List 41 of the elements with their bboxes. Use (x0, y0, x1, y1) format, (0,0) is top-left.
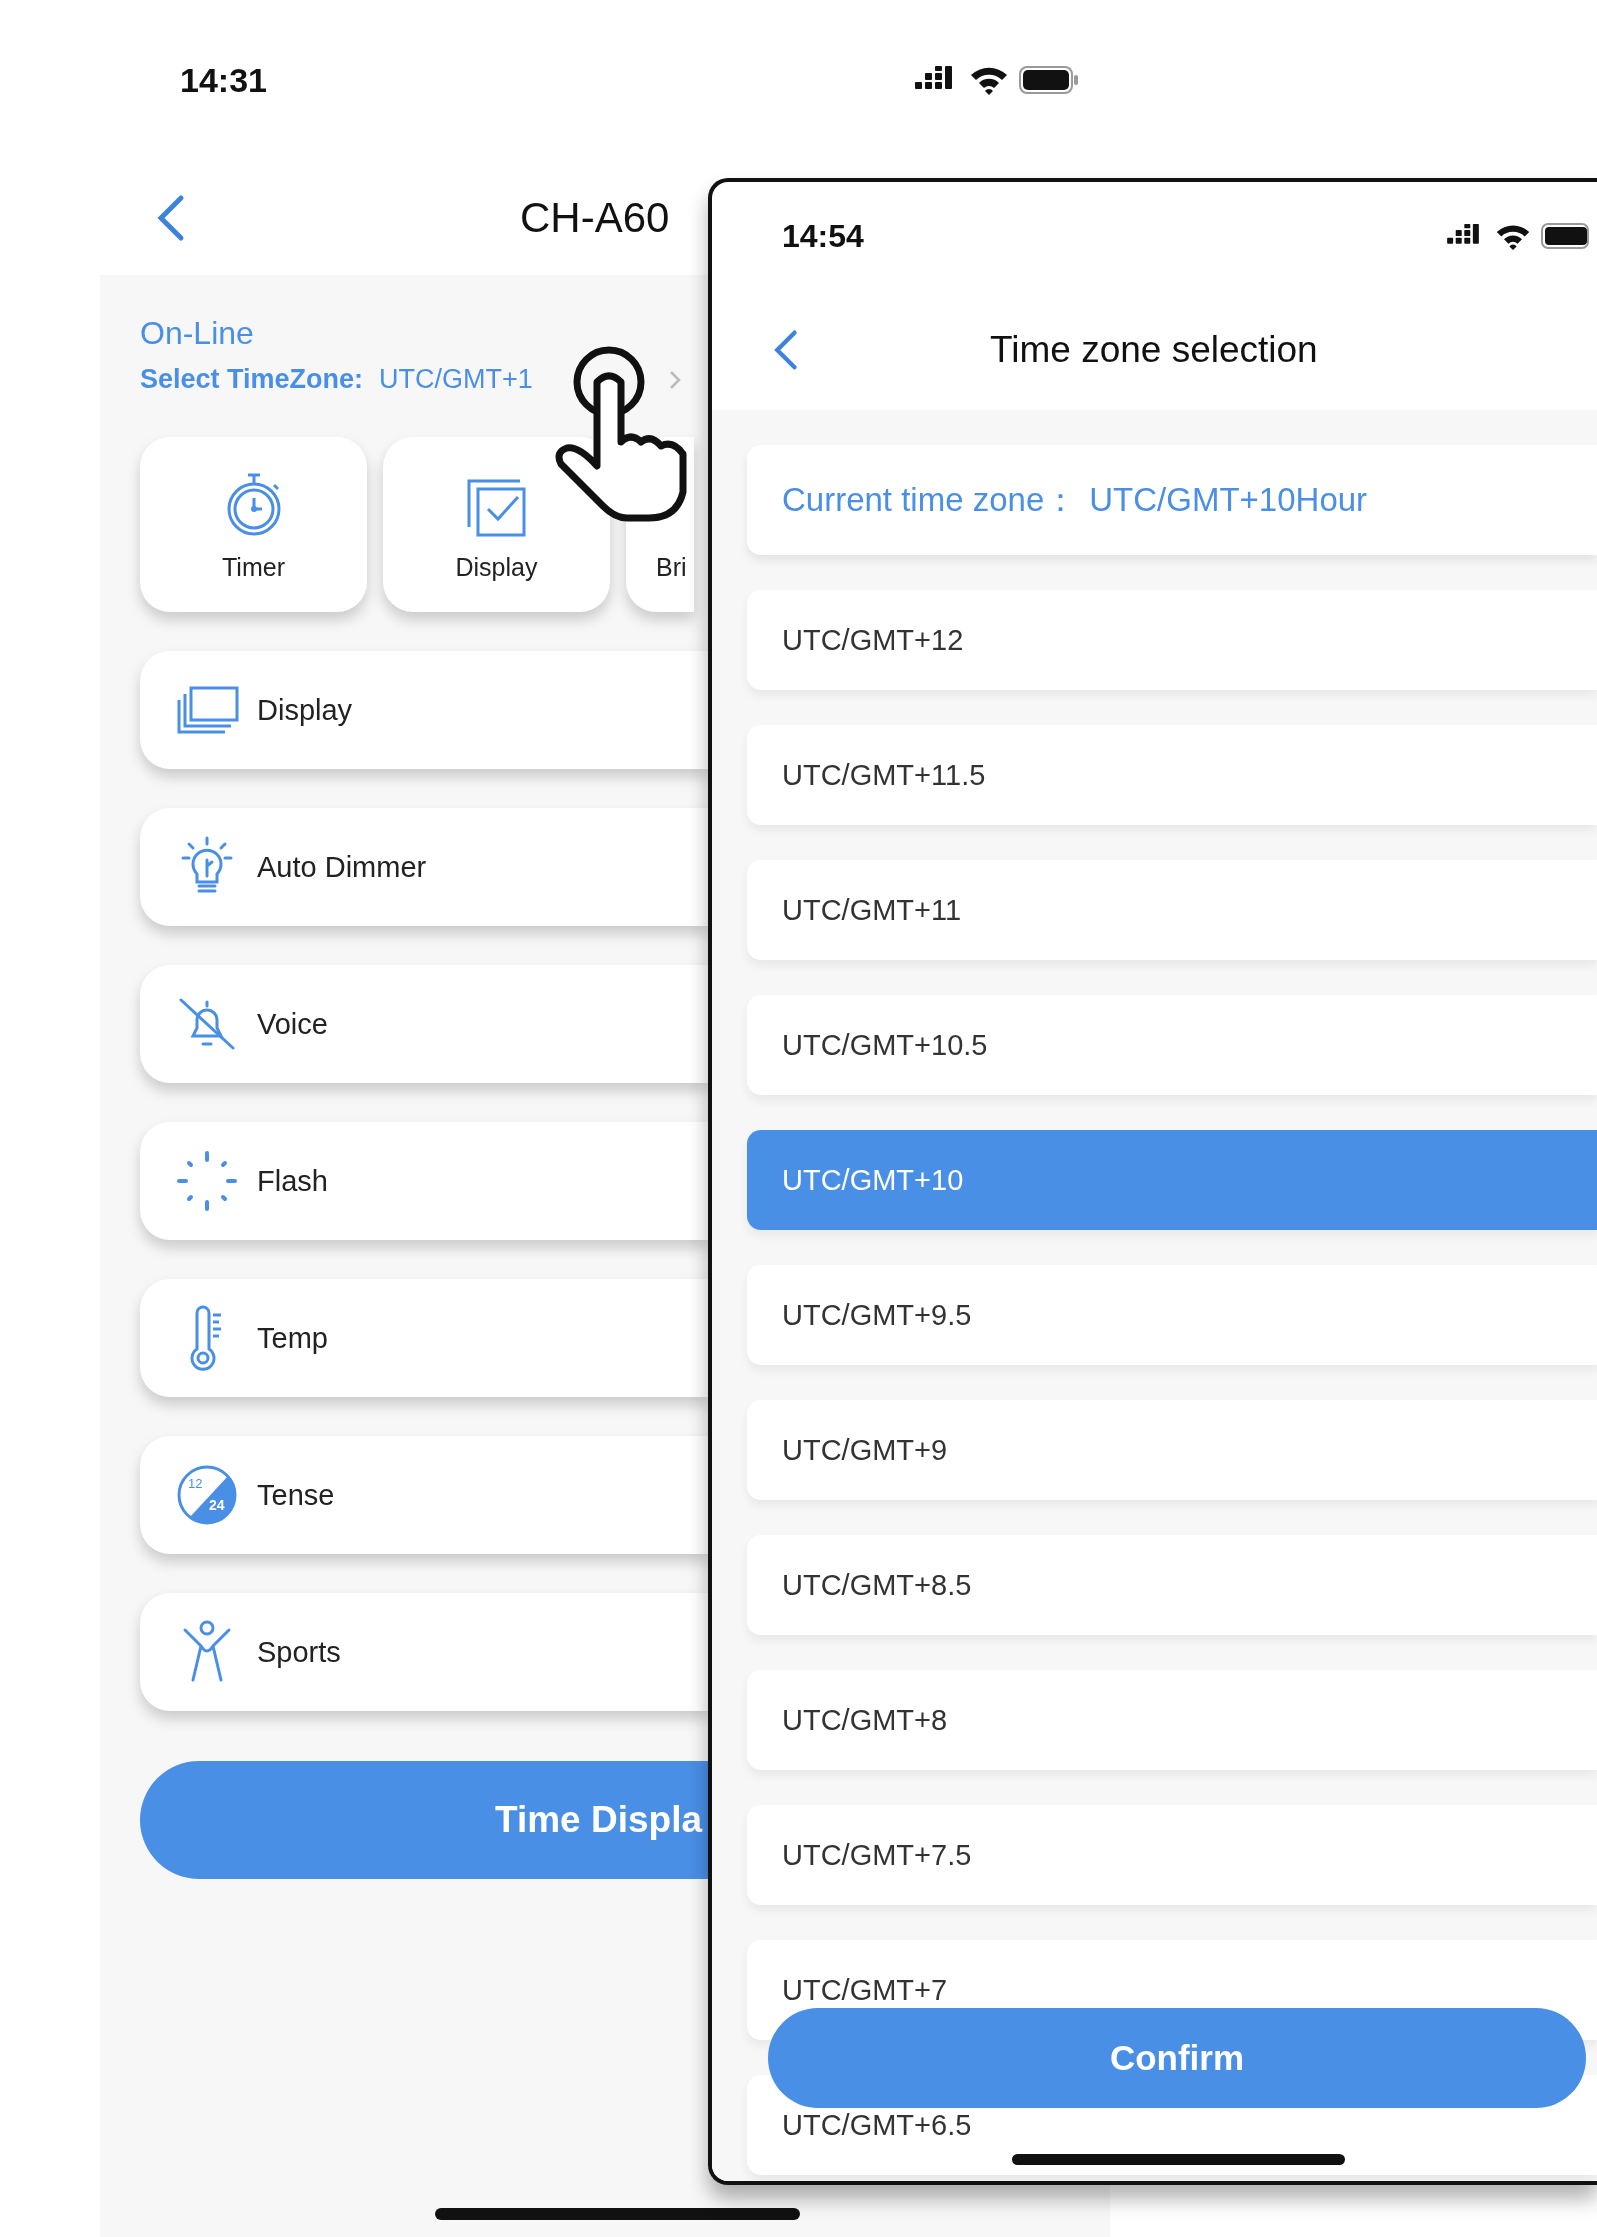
device-title: CH-A60 (520, 193, 670, 242)
timezone-option[interactable]: UTC/GMT+7.5 (747, 1805, 1597, 1905)
settings-row[interactable]: Auto Dimmer (140, 808, 708, 926)
status-time: 14:54 (782, 217, 865, 255)
timezone-option[interactable]: UTC/GMT+9.5 (747, 1265, 1597, 1365)
battery-icon (1541, 223, 1589, 249)
battery-icon (1019, 65, 1079, 95)
setting-label: Tense (257, 1478, 335, 1512)
back-icon[interactable] (772, 328, 798, 372)
setting-label: Sports (257, 1635, 341, 1669)
shortcut-label: Display (455, 553, 538, 582)
current-timezone-label: Current time zone： (782, 479, 1078, 520)
settings-row[interactable]: Display (140, 651, 708, 769)
screen-title: Time zone selection (990, 329, 1318, 371)
shortcut-card[interactable]: Timer (140, 437, 367, 612)
shortcut-label: Timer (222, 553, 285, 582)
setting-label: Flash (257, 1164, 328, 1198)
timezone-option[interactable]: UTC/GMT+9 (747, 1400, 1597, 1500)
setting-label: Voice (257, 1007, 328, 1041)
timezone-option[interactable]: UTC/GMT+12 (747, 590, 1597, 690)
timezone-option[interactable]: UTC/GMT+10.5 (747, 995, 1597, 1095)
setting-label: Temp (257, 1321, 328, 1355)
setting-label: Auto Dimmer (257, 850, 427, 884)
settings-row[interactable]: Flash (140, 1122, 708, 1240)
screens-icon (175, 686, 239, 734)
settings-row[interactable]: Voice (140, 965, 708, 1083)
wifi-icon (969, 65, 1009, 95)
settings-row[interactable]: Sports (140, 1593, 708, 1711)
current-timezone-value: UTC/GMT+10Hour (1089, 481, 1368, 519)
shortcut-label: Bri (656, 553, 687, 582)
setting-label: Display (257, 693, 353, 727)
settings-row[interactable]: Temp (140, 1279, 708, 1397)
timezone-option[interactable]: UTC/GMT+8 (747, 1670, 1597, 1770)
timezone-option[interactable]: UTC/GMT+11 (747, 860, 1597, 960)
clock-icon: 12 24 (175, 1464, 239, 1526)
timezone-option[interactable]: UTC/GMT+8.5 (747, 1535, 1597, 1635)
connection-status: On-Line (140, 315, 254, 352)
settings-row[interactable]: 12 24 Tense (140, 1436, 708, 1554)
back-icon[interactable] (155, 193, 185, 242)
status-time: 14:31 (180, 60, 268, 100)
timezone-option[interactable]: UTC/GMT+11.5 (747, 725, 1597, 825)
